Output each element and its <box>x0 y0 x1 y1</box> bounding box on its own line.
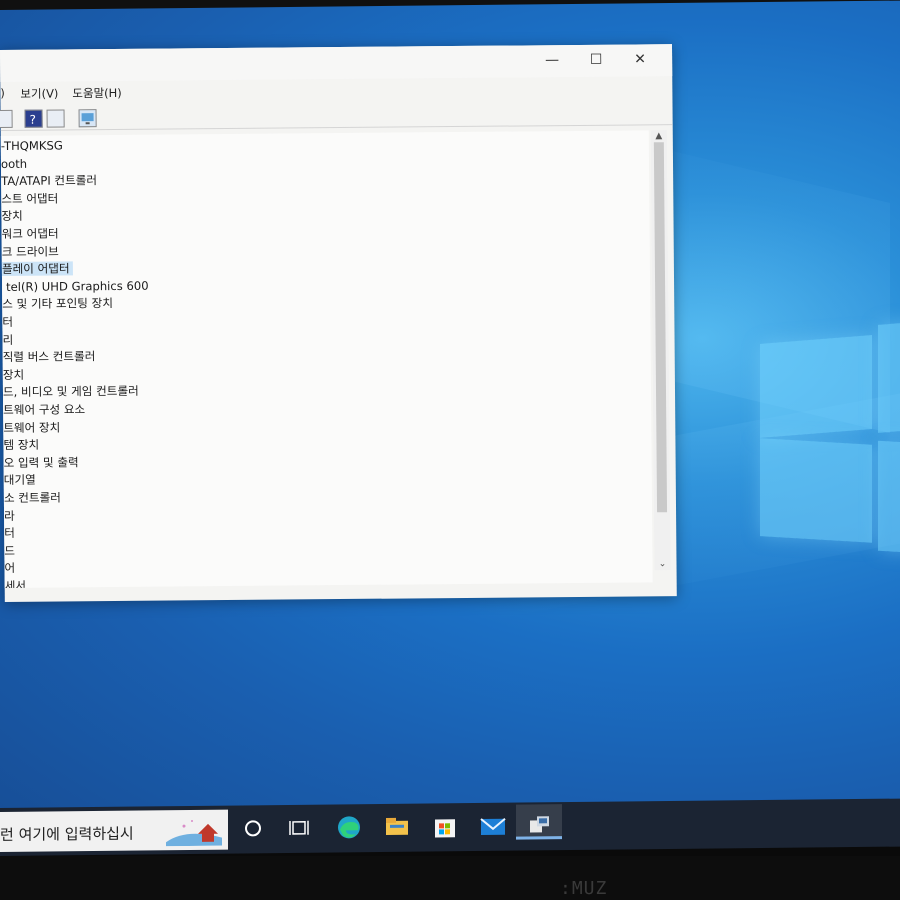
menu-view[interactable]: 보기(V) <box>20 85 58 101</box>
tree-item[interactable]: 터 <box>2 314 13 331</box>
mail-icon[interactable] <box>478 811 508 841</box>
window-titlebar[interactable]: — ☐ ✕ <box>0 44 673 82</box>
tree-item[interactable]: 오 입력 및 출력 <box>4 454 79 472</box>
update-driver-icon[interactable] <box>46 109 65 128</box>
tree-item-label: 템 장치 <box>3 437 40 453</box>
tree-item-label: 소 컨트롤러 <box>3 490 61 505</box>
tree-item[interactable]: 소 컨트롤러 <box>4 489 61 506</box>
tree-item[interactable]: 스트 어댑터 <box>1 190 58 207</box>
scroll-down-icon[interactable]: ⌄ <box>654 558 670 570</box>
tree-item[interactable]: 드, 비디오 및 게임 컨트롤러 <box>3 383 139 401</box>
tree-item-label: 대기열 <box>3 473 36 488</box>
tree-item[interactable]: 리 <box>2 331 13 348</box>
tree-item-label: 장치 <box>2 367 25 382</box>
tree-item-label: TA/ATAPI 컨트롤러 <box>1 173 98 189</box>
tree-item-label: tel(R) UHD Graphics 600 <box>6 278 149 294</box>
tree-item[interactable]: ooth <box>1 155 27 172</box>
taskbar: 런 여기에 입력하십시 <box>0 798 900 856</box>
tree-item[interactable]: 스 및 기타 포인팅 장치 <box>2 295 113 313</box>
tree-item-label: 트웨어 장치 <box>3 420 61 435</box>
search-highlight-icon <box>166 819 222 847</box>
tree-item[interactable]: -THQMKSG <box>1 137 63 155</box>
tree-item[interactable]: 트웨어 장치 <box>3 419 60 436</box>
tree-item[interactable]: 라 <box>4 507 15 524</box>
search-placeholder: 런 여기에 입력하십시 <box>0 824 134 844</box>
tree-item[interactable]: 드 <box>4 543 15 560</box>
properties-icon[interactable] <box>0 109 13 129</box>
tree-item-label: 직렬 버스 컨트롤러 <box>2 349 96 365</box>
tree-item-label: 터 <box>2 314 14 329</box>
tree-item-label: ooth <box>0 156 28 171</box>
edge-icon[interactable] <box>334 812 364 842</box>
tree-item[interactable]: 어 <box>4 560 15 577</box>
cortana-icon[interactable] <box>238 813 268 843</box>
tree-item-label: 크 드라이브 <box>1 244 59 259</box>
tree-item-label: 장치 <box>1 209 23 224</box>
tree-item[interactable]: 장치 <box>3 367 24 384</box>
store-icon[interactable] <box>430 811 460 841</box>
monitor-bezel-bottom <box>0 856 900 900</box>
tree-item[interactable]: tel(R) UHD Graphics 600 <box>6 278 149 296</box>
tree-item-label: 터 <box>4 526 15 541</box>
tree-item[interactable]: 플레이 어댑터 <box>1 261 73 279</box>
tree-item-label: 라 <box>4 508 15 523</box>
minimize-button[interactable]: — <box>542 51 562 69</box>
device-manager-window: — ☐ ✕ ) 보기(V) 도움말(H) ? -THQMKSG ooth TA/AT… <box>0 44 677 602</box>
scroll-up-icon[interactable]: ▲ <box>651 130 667 142</box>
tree-item[interactable]: 직렬 버스 컨트롤러 <box>3 348 96 366</box>
toolbar: ? <box>0 102 673 131</box>
tree-item-label: 어 <box>4 561 16 576</box>
tree-item-label: 리 <box>2 332 14 347</box>
help-icon[interactable]: ? <box>24 109 43 128</box>
tree-item[interactable]: 크 드라이브 <box>2 243 59 260</box>
vertical-scrollbar[interactable]: ▲ ⌄ <box>650 130 671 571</box>
tree-item[interactable]: 트웨어 구성 요소 <box>3 401 85 419</box>
tree-item-label: 세서 <box>4 578 27 588</box>
file-explorer-icon[interactable] <box>382 812 412 842</box>
tree-item-label: 워크 어댑터 <box>1 226 59 241</box>
monitor-brand-logo: :MUZ <box>560 878 608 899</box>
tree-item-label: 드 <box>4 543 16 558</box>
tree-item[interactable]: 템 장치 <box>3 437 39 454</box>
scrollbar-thumb[interactable] <box>653 142 668 513</box>
windows-logo-wallpaper <box>760 318 900 560</box>
tree-item[interactable]: TA/ATAPI 컨트롤러 <box>1 172 97 190</box>
menu-action[interactable]: ) <box>0 86 5 100</box>
menu-help[interactable]: 도움말(H) <box>72 85 122 101</box>
device-tree[interactable]: -THQMKSG ooth TA/ATAPI 컨트롤러 스트 어댑터 장치 워크 어댑터 크… <box>0 130 653 588</box>
tree-item-label: -THQMKSG <box>0 138 63 153</box>
svg-text:?: ? <box>30 113 36 127</box>
scan-hardware-icon[interactable] <box>78 109 97 128</box>
maximize-button[interactable]: ☐ <box>586 51 606 69</box>
tree-item[interactable]: 세서 <box>5 578 26 588</box>
tree-item-label: 스트 어댑터 <box>1 191 59 206</box>
tree-item[interactable]: 장치 <box>1 208 22 225</box>
active-app-indicator <box>516 836 562 840</box>
tree-item-label: 오 입력 및 출력 <box>3 455 79 470</box>
tree-item-label: 트웨어 구성 요소 <box>3 402 86 417</box>
taskbar-search-box[interactable]: 런 여기에 입력하십시 <box>0 809 228 852</box>
close-button[interactable]: ✕ <box>630 50 650 68</box>
task-view-icon[interactable] <box>284 813 314 843</box>
tree-item[interactable]: 대기열 <box>4 472 36 489</box>
tree-item[interactable]: 워크 어댑터 <box>2 225 59 242</box>
tree-item-label: 스 및 기타 포인팅 장치 <box>2 296 114 312</box>
tree-item-label: 드, 비디오 및 게임 컨트롤러 <box>2 384 139 400</box>
tree-item-label: 플레이 어댑터 <box>1 261 73 277</box>
tree-item[interactable]: 터 <box>4 525 15 542</box>
